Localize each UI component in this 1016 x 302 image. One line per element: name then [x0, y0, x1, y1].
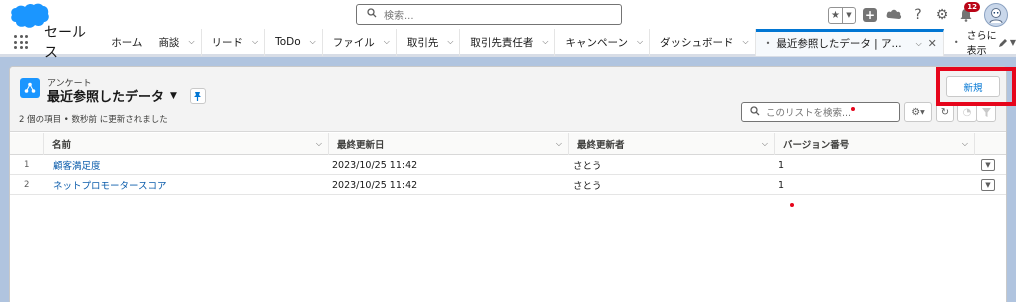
list-view-header: アンケート 最近参照したデータ ▼ 2 個の項目 • 数秒前 に更新されました …: [10, 67, 1006, 132]
row-number: 2: [24, 180, 30, 190]
last-modified-by: さとう: [573, 181, 602, 192]
survey-object-icon: [20, 78, 40, 98]
search-icon: [367, 8, 377, 21]
nav-item-leads[interactable]: リード ⌵: [202, 28, 266, 56]
nav-item-contacts[interactable]: 取引先責任者 ⌵: [460, 28, 556, 56]
table-row: 2 ネットプロモータースコア 2023/10/25 11:42 さとう 1 ▼: [10, 175, 1006, 195]
page-title: 最近参照したデータ: [47, 90, 165, 105]
row-actions-chevron-icon[interactable]: ▼: [981, 179, 995, 191]
help-icon[interactable]: ?: [908, 5, 928, 25]
last-modified-date: 2023/10/25 11:42: [332, 159, 418, 171]
list-view-selector[interactable]: 最近参照したデータ ▼: [47, 86, 206, 105]
avatar[interactable]: [984, 3, 1008, 27]
nav-item-dashboards[interactable]: ダッシュボード ⌵: [650, 28, 756, 56]
chevron-down-icon[interactable]: ⌵: [637, 37, 643, 47]
gear-icon: ⚙: [911, 106, 921, 118]
nav-item-label: 取引先責任者: [470, 36, 534, 49]
close-icon[interactable]: ✕: [928, 37, 937, 50]
annotation-dot: [790, 203, 794, 207]
chevron-down-icon[interactable]: ⌵: [188, 37, 194, 47]
last-modified-by: さとう: [573, 161, 602, 172]
row-number: 1: [24, 160, 30, 170]
chevron-down-icon[interactable]: ⌵: [384, 37, 390, 47]
more-dot-icon: •: [953, 37, 959, 47]
nav-item-home[interactable]: ホーム: [101, 29, 148, 56]
nav-item-todo[interactable]: ToDo ⌵: [265, 28, 323, 56]
chevron-down-icon[interactable]: ▼: [842, 7, 855, 23]
column-header-number: [10, 133, 44, 155]
chevron-down-icon[interactable]: ⌵: [743, 37, 749, 47]
edit-nav-pencil-icon[interactable]: [998, 38, 1008, 51]
column-header-last-modified-date[interactable]: 最終更新日 ⌵: [329, 133, 569, 155]
filter-icon: [981, 107, 991, 117]
trailhead-icon[interactable]: [884, 5, 904, 25]
table-row: 1 顧客満足度 2023/10/25 11:42 さとう 1 ▼: [10, 155, 1006, 175]
chevron-down-icon[interactable]: ⌵: [542, 37, 548, 47]
list-search-input[interactable]: このリストを検索...: [741, 102, 900, 122]
chevron-down-icon[interactable]: ⌵: [556, 139, 562, 149]
record-name-link[interactable]: ネットプロモータースコア: [53, 175, 167, 195]
app-navigation-bar: セールス ホーム 商談 ⌵ リード ⌵ ToDo ⌵ ファイル ⌵ 取引先 ⌵ …: [0, 25, 1016, 61]
chart-icon: ◔: [962, 106, 972, 118]
chevron-down-icon[interactable]: ⌵: [316, 139, 322, 149]
nav-item-label: キャンペーン: [565, 36, 628, 49]
nav-item-label: リード: [211, 36, 244, 49]
header-utility-icons: ★ ▼ + ? ⚙ 12: [828, 2, 1008, 28]
nav-item-accounts[interactable]: 取引先 ⌵: [397, 28, 461, 56]
nav-item-campaigns[interactable]: キャンペーン ⌵: [555, 28, 651, 56]
chevron-down-icon[interactable]: ⌵: [252, 37, 258, 47]
nav-item-label: 商談: [158, 36, 180, 49]
bell-icon[interactable]: 12: [956, 2, 980, 25]
caret-down-icon: ▼: [920, 108, 925, 116]
caret-down-icon: ▼: [1009, 37, 1016, 47]
global-search-input[interactable]: 検索...: [356, 4, 622, 25]
caret-down-icon[interactable]: ▼: [170, 91, 177, 101]
row-actions-chevron-icon[interactable]: ▼: [981, 159, 995, 171]
app-launcher-icon[interactable]: [14, 35, 28, 49]
nav-item-label: ダッシュボード: [660, 36, 734, 49]
annotation-dot: [851, 107, 856, 111]
column-header-name[interactable]: 名前 ⌵: [44, 133, 329, 155]
global-actions-button[interactable]: +: [860, 5, 880, 25]
chevron-down-icon[interactable]: ⌵: [962, 139, 968, 149]
nav-item-opportunities[interactable]: 商談 ⌵: [148, 28, 202, 56]
search-placeholder: 検索...: [384, 11, 414, 22]
nav-item-label: ToDo: [275, 36, 301, 48]
version-number: 1: [778, 159, 785, 171]
app-name: セールス: [44, 25, 86, 61]
list-settings-button[interactable]: ⚙ ▼: [904, 102, 932, 122]
nav-more-label: さらに表示: [966, 31, 997, 57]
version-number: 1: [778, 179, 785, 191]
last-modified-date: 2023/10/25 11:42: [332, 179, 418, 191]
list-status-text: 2 個の項目 • 数秒前 に更新されました: [19, 115, 168, 125]
favorites-button-group[interactable]: ★ ▼: [828, 6, 856, 24]
column-header-version[interactable]: バージョン番号 ⌵: [775, 133, 975, 155]
record-name-link[interactable]: 顧客満足度: [53, 155, 101, 175]
tab-recently-viewed[interactable]: • 最近参照したデータ | ア... ⌵ ✕: [755, 28, 944, 56]
notification-badge: 12: [964, 2, 980, 12]
gear-icon[interactable]: ⚙: [932, 5, 952, 25]
nav-item-label: ファイル: [332, 36, 375, 49]
tab-label: 最近参照したデータ | ア...: [776, 38, 902, 50]
pin-icon[interactable]: [189, 87, 206, 104]
highlight-annotation-box: [936, 67, 1016, 106]
chevron-down-icon[interactable]: ⌵: [916, 39, 922, 49]
nav-item-label: 取引先: [406, 36, 439, 49]
search-icon: [750, 105, 760, 119]
list-search-placeholder: このリストを検索...: [766, 108, 852, 119]
refresh-icon: ↻: [940, 106, 950, 118]
tab-dot-icon: •: [765, 39, 771, 48]
star-icon[interactable]: ★: [829, 8, 842, 23]
chevron-down-icon[interactable]: ⌵: [762, 139, 768, 149]
plus-icon: +: [863, 8, 877, 22]
list-view-card: アンケート 最近参照したデータ ▼ 2 個の項目 • 数秒前 に更新されました …: [9, 66, 1007, 302]
global-header: 検索... ★ ▼ + ? ⚙ 12: [0, 0, 1016, 30]
nav-item-label: ホーム: [111, 36, 143, 49]
column-header-last-modified-by[interactable]: 最終更新者 ⌵: [569, 133, 775, 155]
nav-item-files[interactable]: ファイル ⌵: [323, 28, 397, 56]
chevron-down-icon[interactable]: ⌵: [310, 37, 316, 47]
chevron-down-icon[interactable]: ⌵: [447, 37, 453, 47]
table-header: 名前 ⌵ 最終更新日 ⌵ 最終更新者 ⌵ バージョン番号 ⌵: [10, 133, 1006, 155]
